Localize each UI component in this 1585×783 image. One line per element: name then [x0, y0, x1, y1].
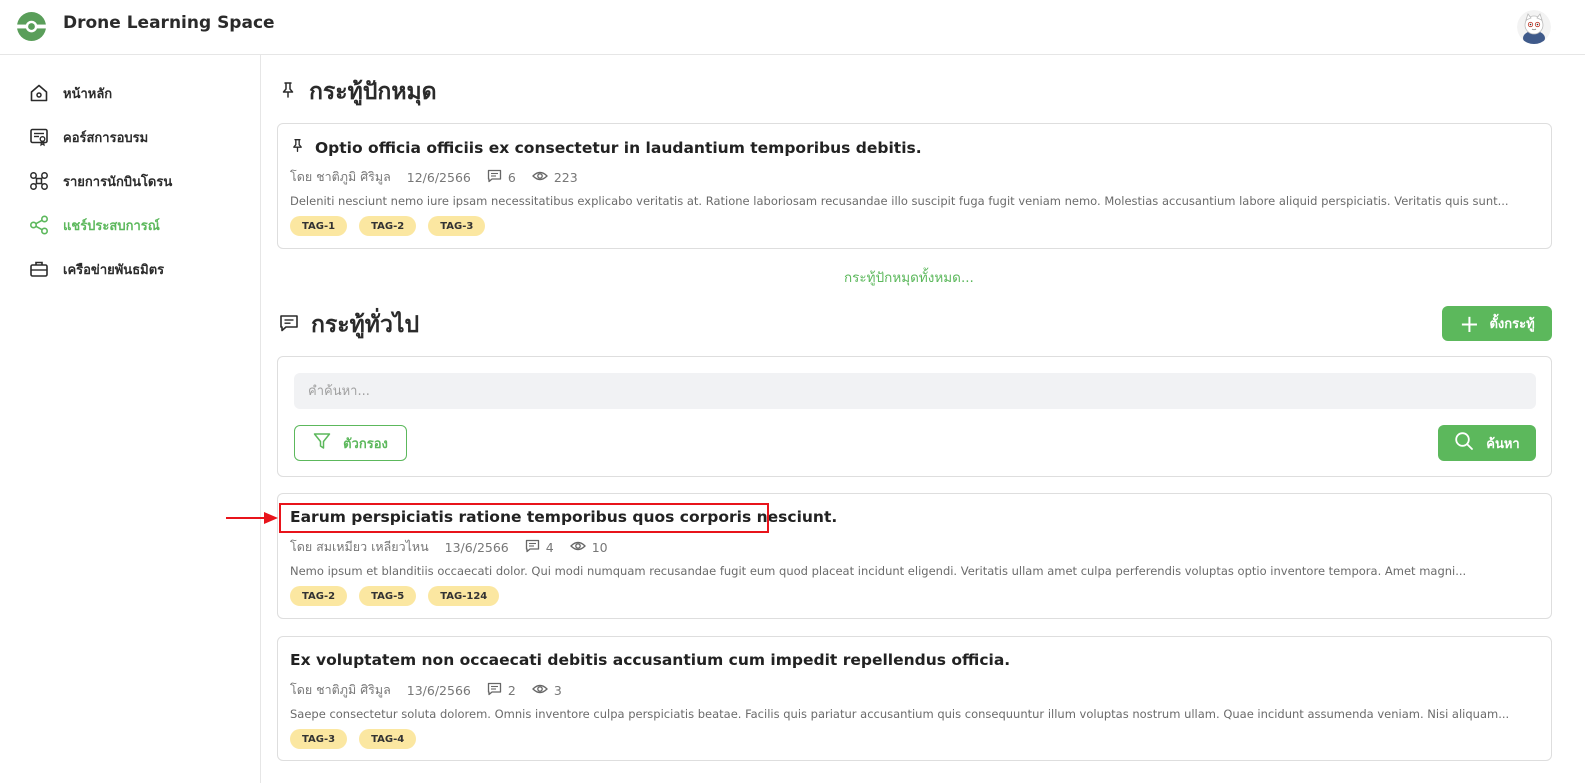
sidebar-item-label: เครือข่ายพันธมิตร	[63, 262, 165, 278]
app-title: Drone Learning Space	[63, 13, 275, 33]
filter-icon	[313, 432, 331, 454]
post-date: 13/6/2566	[406, 682, 471, 698]
user-avatar[interactable]	[1517, 10, 1551, 44]
comment-icon	[487, 682, 502, 699]
tag-badge[interactable]: TAG-3	[290, 729, 348, 749]
tag-badge[interactable]: TAG-2	[290, 586, 348, 606]
sidebar-item-label: คอร์สการอบรม	[63, 130, 149, 146]
highlight-box	[279, 503, 769, 533]
post-title[interactable]: Ex voluptatem non occaecati debitis accu…	[290, 651, 1010, 669]
pin-icon	[279, 81, 297, 103]
post-title[interactable]: Optio officia officiis ex consectetur in…	[315, 139, 922, 157]
sidebar-item-label: หน้าหลัก	[63, 86, 113, 102]
tag-badge[interactable]: TAG-1	[290, 216, 348, 236]
general-section-title: กระทู้ทั่วไป	[279, 307, 419, 343]
post-card[interactable]: Ex voluptatem non occaecati debitis accu…	[277, 636, 1552, 761]
logo-icon[interactable]	[16, 11, 47, 42]
sidebar-item-partners[interactable]: เครือข่ายพันธมิตร	[28, 257, 164, 281]
tag-badge[interactable]: TAG-2	[359, 216, 417, 236]
new-post-label: ตั้งกระทู้	[1489, 317, 1535, 332]
search-input[interactable]	[294, 373, 1536, 409]
sidebar-item-share[interactable]: แชร์ประสบการณ์	[28, 213, 160, 237]
view-count: 223	[553, 169, 578, 185]
comment-count: 4	[545, 539, 554, 555]
drone-icon	[28, 170, 50, 192]
share-icon	[28, 214, 50, 236]
top-bar: Drone Learning Space	[0, 0, 1585, 55]
post-date: 12/6/2566	[406, 169, 471, 185]
sidebar-item-label: แชร์ประสบการณ์	[63, 218, 160, 234]
tag-badge[interactable]: TAG-4	[359, 729, 417, 749]
view-count: 10	[591, 539, 608, 555]
sidebar-item-pilots[interactable]: รายการนักบินโดรน	[28, 169, 172, 193]
section-heading: กระทู้ปักหมุด	[309, 79, 437, 105]
eye-icon	[531, 170, 548, 185]
briefcase-icon	[28, 258, 50, 280]
post-author: โดย ชาติภูมิ ศิริมูล	[290, 682, 391, 697]
post-author: โดย ชาติภูมิ ศิริมูล	[290, 169, 391, 184]
pin-icon	[290, 138, 305, 157]
comment-count: 2	[507, 682, 516, 698]
sidebar-item-courses[interactable]: คอร์สการอบรม	[28, 125, 148, 149]
post-excerpt: Nemo ipsum et blanditiis occaecati dolor…	[290, 564, 1467, 578]
tag-badge[interactable]: TAG-124	[428, 586, 500, 606]
home-icon	[28, 82, 50, 104]
post-tags: TAG-1 TAG-2 TAG-3	[290, 216, 486, 236]
chat-icon	[279, 314, 299, 337]
filter-label: ตัวกรอง	[343, 436, 388, 452]
see-all-pinned-link[interactable]: กระทู้ปักหมุดทั้งหมด...	[844, 266, 974, 288]
post-tags: TAG-2 TAG-5 TAG-124	[290, 586, 500, 606]
pinned-section-title: กระทู้ปักหมุด	[279, 74, 437, 110]
filter-button[interactable]: ตัวกรอง	[294, 425, 407, 461]
post-tags: TAG-3 TAG-4	[290, 729, 417, 749]
search-button[interactable]: ค้นหา	[1438, 425, 1536, 461]
eye-icon	[569, 540, 586, 555]
certificate-icon	[28, 126, 50, 148]
post-date: 13/6/2566	[444, 539, 509, 555]
sidebar-item-label: รายการนักบินโดรน	[63, 174, 173, 190]
eye-icon	[531, 683, 548, 698]
comment-icon	[525, 539, 540, 556]
post-excerpt: Deleniti nesciunt nemo iure ipsam necess…	[290, 194, 1509, 208]
view-count: 3	[553, 682, 562, 698]
arrow-right-icon	[226, 512, 278, 524]
search-label: ค้นหา	[1486, 436, 1520, 452]
comment-icon	[487, 169, 502, 186]
plus-icon: +	[1459, 309, 1480, 338]
sidebar-item-home[interactable]: หน้าหลัก	[28, 81, 112, 105]
post-author: โดย สมเหมียว เหลียวไหน	[290, 539, 429, 554]
comment-count: 6	[507, 169, 516, 185]
search-icon	[1454, 431, 1474, 455]
search-panel: ตัวกรอง ค้นหา	[277, 356, 1552, 477]
new-post-button[interactable]: + ตั้งกระทู้	[1442, 306, 1552, 341]
tag-badge[interactable]: TAG-5	[359, 586, 417, 606]
pinned-post-card[interactable]: Optio officia officiis ex consectetur in…	[277, 123, 1552, 249]
tag-badge[interactable]: TAG-3	[428, 216, 486, 236]
section-heading: กระทู้ทั่วไป	[311, 312, 420, 338]
post-excerpt: Saepe consectetur soluta dolorem. Omnis …	[290, 707, 1510, 721]
sidebar: หน้าหลัก คอร์สการอบรม รายการนักบินโดรน แ…	[0, 55, 261, 783]
